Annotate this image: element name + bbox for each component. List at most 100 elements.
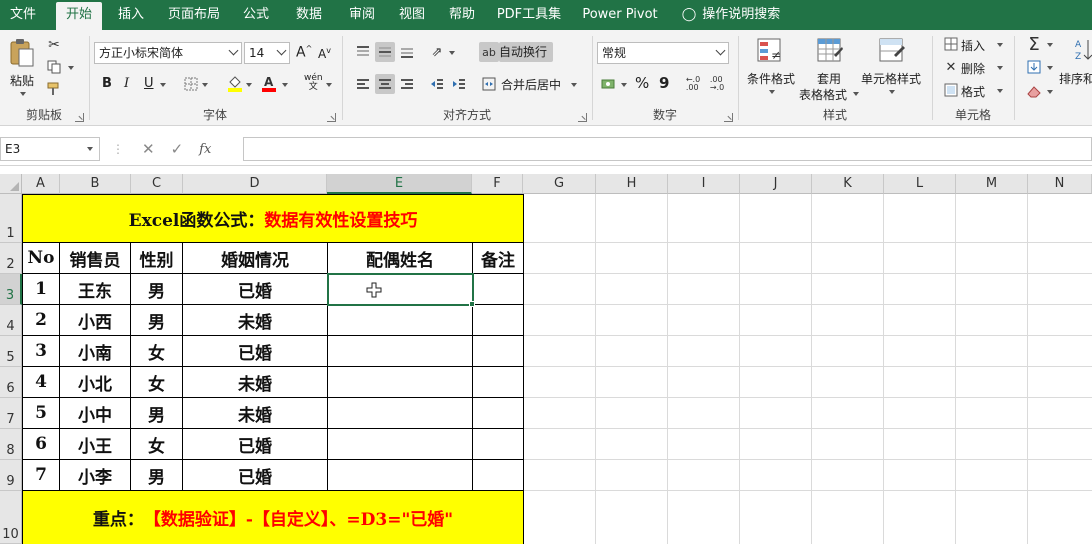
column-header-f[interactable]: F (472, 174, 523, 194)
cell-marital-status[interactable]: 已婚 (183, 460, 328, 491)
insert-cells-button[interactable]: 插入 (961, 37, 985, 54)
merge-center-button[interactable]: 合并后居中 (501, 76, 561, 93)
format-painter-icon[interactable] (44, 80, 64, 98)
cell-salesperson[interactable]: 小西 (60, 305, 131, 336)
increase-indent-icon[interactable] (449, 74, 469, 94)
cell-salesperson[interactable]: 小南 (60, 336, 131, 367)
wrap-text-icon[interactable]: ab (479, 42, 499, 62)
italic-button[interactable]: I (124, 76, 129, 91)
paste-icon[interactable] (8, 36, 36, 70)
cell-gender[interactable]: 女 (131, 429, 183, 460)
cell-styles-button[interactable]: 单元格样式 (861, 70, 921, 87)
format-cells-button[interactable]: 格式 (961, 83, 985, 100)
underline-button[interactable]: U (144, 76, 154, 91)
comma-button[interactable]: 9 (659, 74, 669, 92)
delete-cells-button[interactable]: 删除 (961, 60, 985, 77)
insert-function-button[interactable]: fx (199, 142, 211, 157)
copy-dropdown-icon[interactable] (68, 66, 74, 70)
cell-salesperson[interactable]: 小中 (60, 398, 131, 429)
title-cell[interactable]: Excel函数公式： 数据有效性设置技巧 (22, 194, 524, 243)
format-as-table-icon[interactable] (815, 36, 845, 66)
fill-dropdown-icon[interactable] (1047, 66, 1053, 70)
fill-color-icon[interactable] (226, 73, 244, 93)
tab-power-pivot[interactable]: Power Pivot (578, 0, 662, 30)
clear-icon[interactable] (1025, 82, 1043, 100)
footer-note-cell[interactable]: 重点： 【数据验证】-【自定义】、=D3="已婚" (22, 491, 524, 544)
orientation-icon[interactable]: ⇗ (427, 42, 447, 62)
cell-gender[interactable]: 男 (131, 398, 183, 429)
format-cells-icon[interactable] (943, 82, 959, 98)
tab-page-layout[interactable]: 页面布局 (162, 0, 226, 30)
cut-icon[interactable]: ✂ (44, 36, 64, 54)
cell-no[interactable]: 7 (22, 460, 60, 491)
column-header-k[interactable]: K (812, 174, 884, 194)
increase-font-button[interactable]: A^ (296, 44, 312, 61)
align-top-icon[interactable] (353, 42, 373, 62)
cell-gender[interactable]: 女 (131, 336, 183, 367)
insert-cells-icon[interactable] (943, 36, 959, 52)
cell-spouse-name[interactable] (328, 367, 473, 398)
enter-icon[interactable]: ✓ (171, 140, 184, 158)
cell-remarks[interactable] (473, 398, 524, 429)
cell-remarks[interactable] (473, 429, 524, 460)
autosum-icon[interactable]: Σ (1025, 34, 1043, 55)
sort-filter-button[interactable]: 排序和 (1059, 70, 1092, 87)
decrease-indent-icon[interactable] (427, 74, 447, 94)
cell-remarks[interactable] (473, 274, 524, 305)
font-launcher-icon[interactable] (327, 113, 336, 122)
font-size-combo[interactable]: 14 (244, 42, 290, 64)
header-cell-no[interactable]: No (22, 243, 60, 274)
cell-spouse-name[interactable] (328, 398, 473, 429)
cell-salesperson[interactable]: 小李 (60, 460, 131, 491)
cell-marital-status[interactable]: 已婚 (183, 429, 328, 460)
wrap-text-button[interactable]: 自动换行 (499, 42, 554, 62)
tab-data[interactable]: 数据 (287, 0, 331, 30)
autosum-dropdown-icon[interactable] (1047, 43, 1053, 47)
column-header-j[interactable]: J (740, 174, 812, 194)
tab-view[interactable]: 视图 (390, 0, 434, 30)
conditional-formatting-button[interactable]: 条件格式 (747, 70, 795, 87)
font-name-combo[interactable]: 方正小标宋简体 (94, 42, 242, 64)
align-left-icon[interactable] (353, 74, 373, 94)
align-middle-icon[interactable] (375, 42, 395, 62)
merge-center-icon[interactable] (479, 74, 499, 94)
row-header-10[interactable]: 10 (0, 491, 22, 544)
cell-no[interactable]: 3 (22, 336, 60, 367)
cell-gender[interactable]: 女 (131, 367, 183, 398)
column-header-m[interactable]: M (956, 174, 1028, 194)
tab-insert[interactable]: 插入 (108, 0, 154, 30)
tab-formulas[interactable]: 公式 (234, 0, 278, 30)
delete-cells-icon[interactable]: ✕ (943, 59, 959, 75)
row-header-9[interactable]: 9 (0, 460, 22, 491)
name-box[interactable]: E3 (0, 137, 100, 161)
paste-label[interactable]: 粘贴 (10, 72, 34, 89)
cell-marital-status[interactable]: 已婚 (183, 274, 328, 305)
copy-icon[interactable] (44, 58, 64, 76)
format-as-table-label-1[interactable]: 套用 (817, 70, 841, 87)
conditional-dropdown-icon[interactable] (769, 90, 775, 94)
cell-spouse-name[interactable] (328, 460, 473, 491)
cell-remarks[interactable] (473, 460, 524, 491)
number-launcher-icon[interactable] (724, 113, 733, 122)
fill-handle[interactable] (469, 301, 475, 307)
bold-button[interactable]: B (102, 76, 112, 91)
alignment-launcher-icon[interactable] (578, 113, 587, 122)
paste-dropdown-icon[interactable] (20, 92, 26, 96)
cell-no[interactable]: 4 (22, 367, 60, 398)
tell-me-search[interactable]: ◯ 操作说明搜索 (676, 0, 786, 30)
row-header-3[interactable]: 3 (0, 274, 22, 305)
cell-marital-status[interactable]: 已婚 (183, 336, 328, 367)
column-header-i[interactable]: I (668, 174, 740, 194)
column-header-e[interactable]: E (327, 174, 472, 194)
cell-spouse-name[interactable] (328, 336, 473, 367)
clear-dropdown-icon[interactable] (1047, 90, 1053, 94)
column-header-d[interactable]: D (183, 174, 327, 194)
header-cell-spouse-name[interactable]: 配偶姓名 (328, 243, 473, 274)
row-header-7[interactable]: 7 (0, 398, 22, 429)
cell-salesperson[interactable]: 小王 (60, 429, 131, 460)
header-cell-remarks[interactable]: 备注 (473, 243, 524, 274)
cell-gender[interactable]: 男 (131, 460, 183, 491)
format-as-table-button[interactable]: 表格格式 (799, 86, 847, 103)
decrease-decimal-icon[interactable]: .00 →.0 (707, 74, 727, 94)
tab-pdf-tools[interactable]: PDF工具集 (494, 0, 564, 30)
